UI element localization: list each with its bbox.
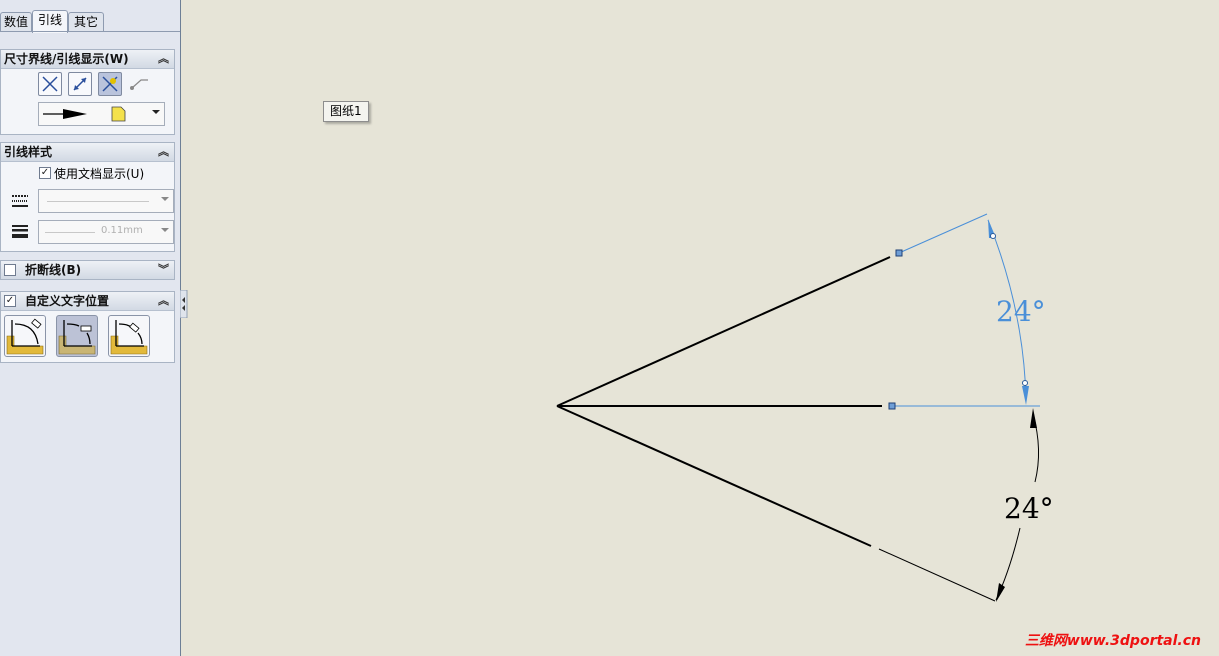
line-thickness-icon xyxy=(12,225,28,238)
line-thickness-dropdown[interactable]: 0.11mm xyxy=(38,220,174,244)
break-line-checkbox[interactable] xyxy=(4,264,16,276)
witness-inside-button[interactable] xyxy=(68,72,92,96)
sheet-tab-label[interactable]: 图纸1 xyxy=(323,101,369,122)
line-style-preview xyxy=(47,201,149,202)
group-custom-text-title: 自定义文字位置 xyxy=(25,294,110,308)
model-edge-upper[interactable] xyxy=(556,256,891,407)
arrow-style-dropdown[interactable] xyxy=(38,102,165,126)
upper-extension-line-1[interactable] xyxy=(898,213,988,254)
group-leader-style-header[interactable]: 引线样式 ︽ xyxy=(1,143,174,162)
group-leader-style-title: 引线样式 xyxy=(4,145,53,159)
broken-leader-horizontal-text-icon xyxy=(58,320,96,355)
lower-dimension-arc-top[interactable] xyxy=(1032,413,1040,483)
upper-arrowhead-top xyxy=(988,219,996,238)
solid-leader-aligned-text-icon xyxy=(6,318,44,355)
model-edge-lower[interactable] xyxy=(556,405,872,547)
upper-arc-handle-2[interactable] xyxy=(1022,380,1028,386)
middle-grip-handle[interactable] xyxy=(888,402,896,410)
group-break-line: 折断线(B) ︾ xyxy=(0,260,175,280)
lower-arrowhead-bottom xyxy=(996,583,1005,602)
group-witness-leader-display: 尺寸界线/引线显示(W) ︽ xyxy=(0,49,175,135)
chevron-down-icon xyxy=(161,228,169,232)
drawing-canvas[interactable]: 24° 24° xyxy=(0,0,1219,656)
collapse-chevron-icon[interactable]: ︽ xyxy=(158,292,169,310)
group-witness-header[interactable]: 尺寸界线/引线显示(W) ︽ xyxy=(1,50,174,69)
witness-outside-button[interactable] xyxy=(38,72,62,96)
watermark-logo: 三维网www.3dportal.cn xyxy=(1024,633,1201,649)
group-break-title: 折断线(B) xyxy=(25,263,82,277)
panel-splitter[interactable] xyxy=(180,0,181,656)
chevron-down-icon xyxy=(152,110,160,114)
line-thickness-value: 0.11mm xyxy=(101,225,143,236)
tab-other[interactable]: 其它 xyxy=(68,12,104,32)
group-custom-text-position: ✓ 自定义文字位置 ︽ xyxy=(0,291,175,363)
chevron-down-icon xyxy=(161,197,169,201)
collapse-chevron-icon[interactable]: ︽ xyxy=(158,50,169,68)
bent-leader-icon[interactable] xyxy=(128,75,150,93)
group-witness-title: 尺寸界线/引线显示(W) xyxy=(4,52,129,66)
thickness-preview xyxy=(45,232,95,233)
tab-values[interactable]: 数值 xyxy=(0,12,32,32)
custom-text-position-checkbox[interactable]: ✓ xyxy=(4,295,16,307)
property-manager-panel: 数值 引线 其它 尺寸界线/引线显示(W) ︽ 引线样式 ︽ ✓ 使用文档显示(… xyxy=(0,0,181,656)
lower-dimension-arc-bottom[interactable] xyxy=(995,527,1021,601)
lower-dimension-text[interactable]: 24° xyxy=(1004,492,1054,525)
collapse-chevron-icon[interactable]: ︽ xyxy=(158,143,169,161)
lower-extension-line[interactable] xyxy=(878,548,996,602)
group-custom-text-header[interactable]: ✓ 自定义文字位置 ︽ xyxy=(1,292,174,311)
witness-smart-button[interactable] xyxy=(98,72,122,96)
use-document-display-label: 使用文档显示(U) xyxy=(54,167,145,181)
group-leader-style: 引线样式 ︽ ✓ 使用文档显示(U) 0.11mm xyxy=(0,142,175,252)
smart-arrow-icon xyxy=(102,76,118,92)
line-style-icon xyxy=(12,195,28,207)
upper-dimension-arc[interactable] xyxy=(987,219,1027,401)
tab-leaders[interactable]: 引线 xyxy=(32,10,68,33)
use-document-display-checkbox[interactable]: ✓ xyxy=(39,167,51,179)
upper-grip-handle[interactable] xyxy=(895,249,903,257)
text-position-broken-leader-horizontal-button[interactable] xyxy=(56,315,98,357)
collapse-panel-handle-icon[interactable] xyxy=(180,290,188,318)
arrows-inside-icon xyxy=(73,77,87,91)
group-break-header[interactable]: 折断线(B) ︾ xyxy=(1,261,174,279)
expand-chevron-icon[interactable]: ︾ xyxy=(158,261,169,279)
upper-arrowhead-bottom xyxy=(1022,386,1029,405)
tab-strip: 数值 引线 其它 xyxy=(0,10,180,33)
tab-divider xyxy=(0,31,180,32)
text-position-solid-leader-button[interactable] xyxy=(4,315,46,357)
upper-arc-handle-1[interactable] xyxy=(990,233,996,239)
arrow-style-preview-icon xyxy=(43,106,126,122)
broken-leader-aligned-text-icon xyxy=(110,320,148,355)
text-position-broken-leader-aligned-button[interactable] xyxy=(108,315,150,357)
line-style-dropdown[interactable] xyxy=(38,189,174,213)
lower-arrowhead-top xyxy=(1030,408,1037,428)
upper-dimension-text[interactable]: 24° xyxy=(996,295,1046,328)
arrows-outside-icon xyxy=(42,76,58,92)
